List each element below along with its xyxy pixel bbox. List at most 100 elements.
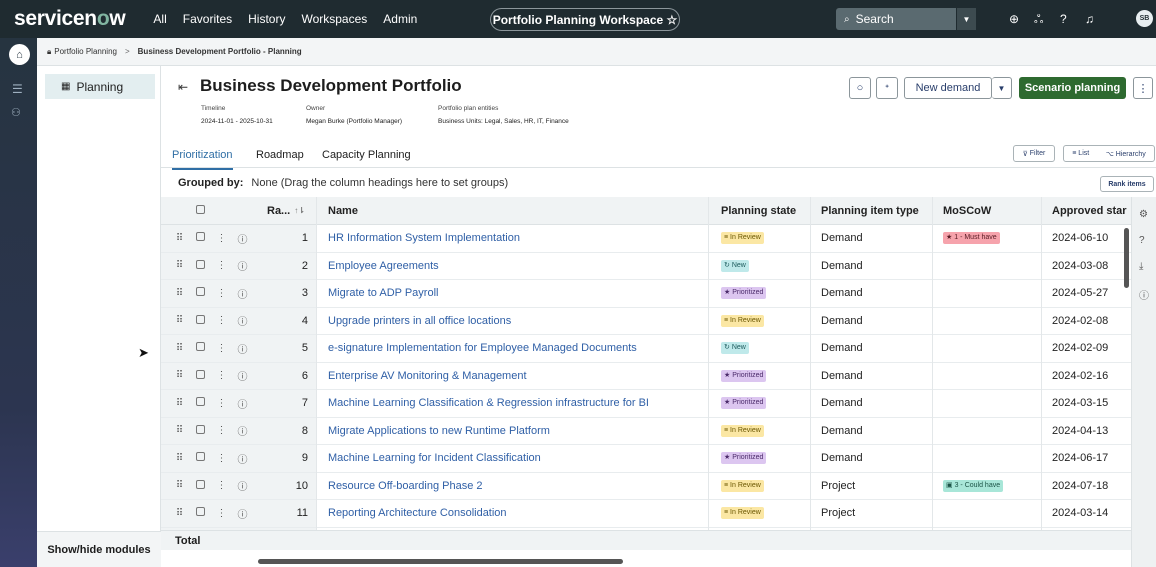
- module-item-planning[interactable]: ▦ Planning: [45, 74, 155, 99]
- table-row[interactable]: ⠿ ⋮ ⓘ 11 Reporting Architecture Consolidatio…: [161, 500, 1131, 528]
- table-row[interactable]: ⠿ ⋮ ⓘ 5 e-signature Implementation for Emplo…: [161, 335, 1131, 363]
- nav-history[interactable]: History: [248, 12, 285, 26]
- breadcrumb-root[interactable]: Portfolio Planning: [54, 47, 117, 56]
- row-checkbox[interactable]: [190, 507, 211, 519]
- row-checkbox[interactable]: [190, 314, 211, 327]
- row-menu-icon[interactable]: ⋮: [211, 370, 232, 381]
- workspace-home-icon[interactable]: ⌂: [9, 44, 30, 65]
- column-header-moscow[interactable]: MoSCoW: [943, 197, 1043, 224]
- scenario-planning-button[interactable]: Scenario planning: [1019, 77, 1126, 99]
- name-link[interactable]: Migrate Applications to new Runtime Plat…: [328, 418, 708, 445]
- show-hide-modules-button[interactable]: Show/hide modules: [37, 531, 161, 567]
- name-link[interactable]: Employee Agreements: [328, 253, 708, 280]
- row-info-icon[interactable]: ⓘ: [232, 341, 253, 356]
- tab-roadmap[interactable]: Roadmap: [256, 149, 304, 161]
- name-link[interactable]: Enterprise AV Monitoring & Management: [328, 363, 708, 390]
- row-info-icon[interactable]: ⓘ: [232, 231, 253, 246]
- row-menu-icon[interactable]: ⋮: [211, 480, 232, 491]
- row-info-icon[interactable]: ⓘ: [232, 313, 253, 328]
- name-link[interactable]: Machine Learning for Incident Classifica…: [328, 445, 708, 472]
- name-link[interactable]: HR Information System Implementation: [328, 225, 708, 252]
- table-row[interactable]: ⠿ ⋮ ⓘ 6 Enterprise AV Monitoring & Managemen…: [161, 363, 1131, 390]
- rank-items-button[interactable]: Rank items: [1100, 176, 1154, 192]
- drag-handle-icon[interactable]: ⠿: [169, 453, 190, 464]
- drag-handle-icon[interactable]: ⠿: [169, 480, 190, 491]
- row-menu-icon[interactable]: ⋮: [211, 398, 232, 409]
- list-view-button[interactable]: ≡ List: [1072, 150, 1089, 157]
- people-icon[interactable]: ⚇: [11, 106, 21, 119]
- new-demand-dropdown[interactable]: ▼: [992, 77, 1012, 99]
- row-checkbox[interactable]: [190, 342, 211, 354]
- new-demand-button[interactable]: New demand: [904, 77, 992, 99]
- row-info-icon[interactable]: ⓘ: [232, 258, 253, 273]
- tab-prioritization[interactable]: Prioritization: [172, 149, 233, 170]
- column-header-item-type[interactable]: Planning item type: [821, 197, 933, 224]
- drag-handle-icon[interactable]: ⠿: [169, 343, 190, 354]
- horizontal-scrollbar[interactable]: [161, 555, 1131, 567]
- row-info-icon[interactable]: ⓘ: [232, 423, 253, 438]
- search-input[interactable]: ⌕ Search ▼: [836, 8, 976, 30]
- table-row[interactable]: ⠿ ⋮ ⓘ 1 HR Information System Implementation…: [161, 225, 1131, 253]
- chat-icon[interactable]: ஃ: [1034, 12, 1043, 28]
- download-icon[interactable]: ⤓: [1139, 261, 1143, 272]
- select-all-checkbox[interactable]: [196, 204, 205, 214]
- workspace-pill[interactable]: Portfolio Planning Workspace ☆: [490, 8, 680, 31]
- column-header-rank[interactable]: Ra... ↑⇂: [267, 197, 319, 224]
- name-link[interactable]: Migrate to ADP Payroll: [328, 280, 708, 307]
- row-checkbox[interactable]: [190, 259, 211, 272]
- hierarchy-view-button[interactable]: ⌥ Hierarchy: [1106, 150, 1146, 158]
- row-checkbox[interactable]: [190, 369, 211, 382]
- name-link[interactable]: Upgrade printers in all office locations: [328, 308, 708, 335]
- row-info-icon[interactable]: ⓘ: [232, 506, 253, 521]
- tab-capacity-planning[interactable]: Capacity Planning: [322, 149, 411, 161]
- user-avatar[interactable]: SB: [1136, 10, 1153, 27]
- row-checkbox[interactable]: [190, 452, 211, 464]
- drag-handle-icon[interactable]: ⠿: [169, 233, 190, 244]
- row-checkbox[interactable]: [190, 287, 211, 299]
- search-scope-dropdown-icon[interactable]: ▼: [956, 8, 976, 30]
- table-row[interactable]: ⠿ ⋮ ⓘ 9 Machine Learning for Incident Classi…: [161, 445, 1131, 473]
- nav-all[interactable]: All: [153, 12, 166, 26]
- row-menu-icon[interactable]: ⋮: [211, 233, 232, 244]
- column-header-name[interactable]: Name: [328, 197, 708, 224]
- row-checkbox[interactable]: [190, 232, 211, 244]
- filter-button[interactable]: ⊽ Filter: [1013, 145, 1055, 162]
- table-row[interactable]: ⠿ ⋮ ⓘ 10 Resource Off-boarding Phase 2 ≡ In R…: [161, 473, 1131, 500]
- servicenow-logo[interactable]: servicenow: [14, 7, 126, 31]
- drag-handle-icon[interactable]: ⠿: [169, 370, 190, 381]
- row-info-icon[interactable]: ⓘ: [232, 286, 253, 301]
- nav-workspaces[interactable]: Workspaces: [301, 12, 367, 26]
- name-link[interactable]: Machine Learning Classification & Regres…: [328, 390, 708, 417]
- name-link[interactable]: e-signature Implementation for Employee …: [328, 335, 708, 362]
- row-menu-icon[interactable]: ⋮: [211, 508, 232, 519]
- table-row[interactable]: ⠿ ⋮ ⓘ 8 Migrate Applications to new Runtime …: [161, 418, 1131, 445]
- table-row[interactable]: ⠿ ⋮ ⓘ 7 Machine Learning Classification & Re…: [161, 390, 1131, 418]
- row-info-icon[interactable]: ⓘ: [232, 478, 253, 493]
- row-info-icon[interactable]: ⓘ: [232, 368, 253, 383]
- row-checkbox[interactable]: [190, 479, 211, 492]
- drag-handle-icon[interactable]: ⠿: [169, 508, 190, 519]
- row-checkbox[interactable]: [190, 397, 211, 409]
- group-by-bar[interactable]: Grouped by: None (Drag the column headin…: [161, 169, 1156, 197]
- row-menu-icon[interactable]: ⋮: [211, 315, 232, 326]
- more-options-button[interactable]: ⋮: [1133, 77, 1153, 99]
- info-icon[interactable]: ⓘ: [1139, 287, 1149, 302]
- share-button[interactable]: ᕀ: [876, 77, 898, 99]
- row-menu-icon[interactable]: ⋮: [211, 453, 232, 464]
- drag-handle-icon[interactable]: ⠿: [169, 260, 190, 271]
- settings-icon[interactable]: ⚙: [1139, 209, 1148, 220]
- comment-button[interactable]: ○: [849, 77, 871, 99]
- drag-handle-icon[interactable]: ⠿: [169, 288, 190, 299]
- drag-handle-icon[interactable]: ⠿: [169, 398, 190, 409]
- sort-ascending-icon[interactable]: ↑⇂: [294, 206, 305, 215]
- help-icon[interactable]: ?: [1060, 12, 1067, 26]
- row-info-icon[interactable]: ⓘ: [232, 451, 253, 466]
- column-header-planning-state[interactable]: Planning state: [721, 197, 821, 224]
- row-menu-icon[interactable]: ⋮: [211, 260, 232, 271]
- row-menu-icon[interactable]: ⋮: [211, 425, 232, 436]
- drag-handle-icon[interactable]: ⠿: [169, 315, 190, 326]
- row-info-icon[interactable]: ⓘ: [232, 396, 253, 411]
- list-icon[interactable]: ☰: [12, 82, 23, 96]
- vertical-scrollbar[interactable]: [1124, 228, 1129, 288]
- help-circle-icon[interactable]: ?: [1139, 235, 1145, 246]
